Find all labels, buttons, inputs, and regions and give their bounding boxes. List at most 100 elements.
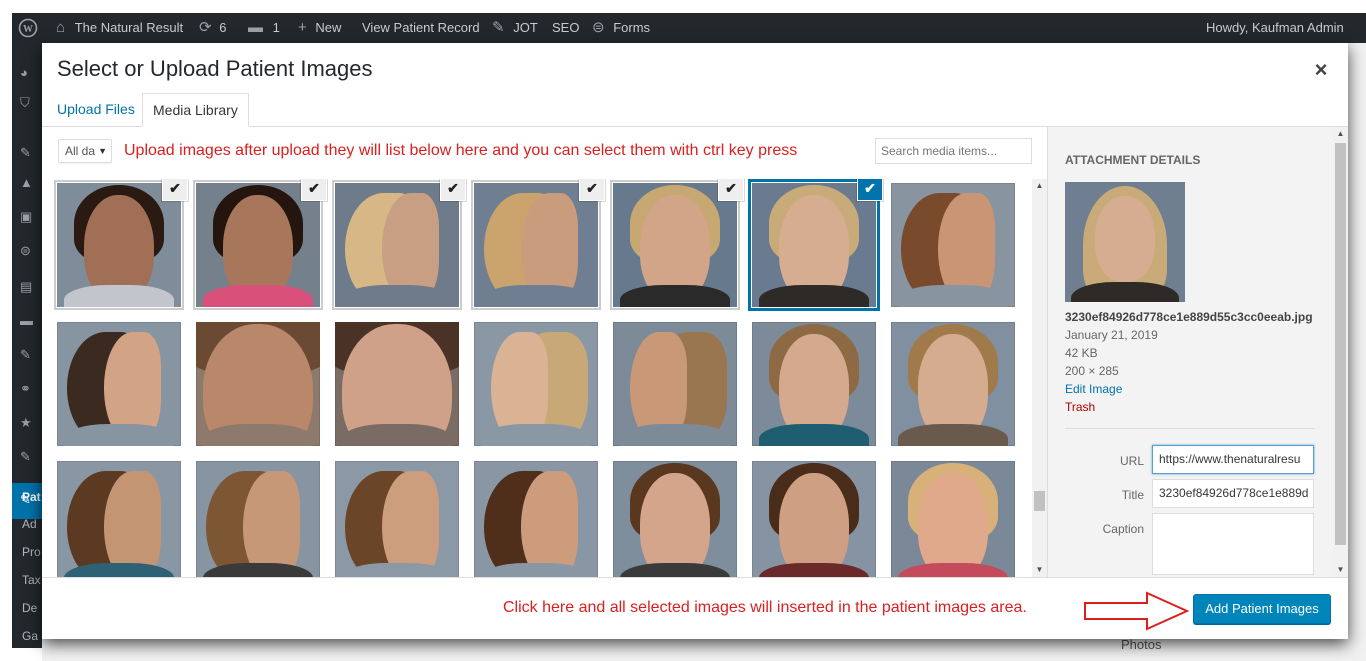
attachment-thumbnail[interactable]	[196, 183, 320, 307]
shoulders-shape	[481, 284, 591, 307]
site-name-link[interactable]: ⌂ The Natural Result	[56, 13, 183, 43]
forms-link[interactable]: ⊜ Forms	[592, 13, 650, 43]
shoulders-shape	[342, 423, 452, 446]
shoulders-shape	[620, 562, 730, 577]
attachment-thumbnail[interactable]	[335, 183, 459, 307]
wordpress-logo-icon[interactable]: W	[18, 13, 38, 43]
star-icon[interactable]: ★	[20, 415, 36, 431]
search-media-input[interactable]	[875, 138, 1032, 164]
title-field[interactable]: 3230ef84926d778ce1e889d	[1152, 479, 1314, 508]
edit-image-link[interactable]: Edit Image	[1065, 382, 1122, 396]
view-patient-record-link[interactable]: View Patient Record	[362, 13, 480, 43]
title-label: Title	[1121, 488, 1144, 502]
attachment-filename: 3230ef84926d778ce1e889d55c3cc0eeab.jpg	[1065, 310, 1313, 324]
attachment-thumbnail[interactable]	[57, 322, 181, 446]
dashboard-icon[interactable]: ◕	[20, 65, 36, 81]
tab-media-library[interactable]: Media Library	[142, 93, 249, 127]
pin-icon[interactable]: ✎	[20, 145, 36, 161]
details-scroll-thumb[interactable]	[1335, 143, 1346, 545]
details-divider	[1065, 428, 1315, 429]
shield-icon[interactable]: ⛉	[20, 95, 36, 111]
attachment-thumbnail[interactable]	[752, 461, 876, 577]
menu-label-de[interactable]: De	[22, 601, 37, 615]
background-page-footer: Photos	[42, 637, 1366, 661]
attachment-thumbnail[interactable]	[196, 322, 320, 446]
media-filter-select[interactable]: All da ▼	[58, 139, 112, 163]
grid-scrollbar[interactable]: ▲ ▼	[1032, 179, 1047, 577]
details-scroll-down-icon[interactable]: ▼	[1333, 563, 1348, 577]
new-content-link[interactable]: + New	[298, 13, 341, 43]
attachment-thumbnail[interactable]	[335, 322, 459, 446]
comments-menu-icon[interactable]: ▬	[20, 313, 36, 329]
shoulders-shape	[203, 423, 313, 446]
attachment-thumbnail[interactable]	[613, 461, 737, 577]
seo-link[interactable]: SEO	[552, 13, 579, 43]
attachment-thumbnail[interactable]	[335, 461, 459, 577]
attachment-thumbnail[interactable]	[474, 183, 598, 307]
attachment-date: January 21, 2019	[1065, 328, 1158, 342]
forms-menu-icon[interactable]: ⊜	[20, 243, 36, 259]
attachment-details-panel: Attachment Details 3230ef84926d778ce1e88…	[1047, 127, 1348, 577]
scroll-down-icon[interactable]: ▼	[1032, 563, 1047, 577]
checkmark-icon[interactable]: ✔	[302, 179, 326, 200]
shoulders-shape	[898, 284, 1008, 307]
details-scroll-up-icon[interactable]: ▲	[1333, 127, 1348, 141]
forms-icon: ⊜	[592, 19, 605, 36]
face-shape	[918, 473, 988, 577]
comments-link[interactable]: ▬ 1	[248, 13, 280, 43]
menu-label-pro[interactable]: Pro	[22, 545, 41, 559]
attachment-thumbnail[interactable]	[891, 183, 1015, 307]
right-arrow-icon	[1084, 591, 1190, 631]
trash-link[interactable]: Trash	[1065, 400, 1095, 414]
attachment-thumbnail[interactable]	[57, 183, 181, 307]
attachment-thumbnail[interactable]	[474, 322, 598, 446]
jot-link[interactable]: ✎ JOT	[492, 13, 538, 43]
plugin-icon[interactable]: ▣	[20, 209, 36, 225]
attachment-thumbnail[interactable]	[57, 461, 181, 577]
warning-icon[interactable]: ▲	[20, 175, 36, 191]
close-icon[interactable]: ×	[1306, 55, 1336, 85]
attachment-thumbnail[interactable]	[752, 322, 876, 446]
shoulders-shape	[342, 284, 452, 307]
pen-icon: ✎	[492, 19, 505, 36]
checkmark-icon[interactable]: ✔	[580, 179, 604, 200]
attachment-thumbnail[interactable]	[196, 461, 320, 577]
pages-icon[interactable]: ▤	[20, 279, 36, 295]
caption-field[interactable]	[1152, 513, 1314, 575]
scroll-up-icon[interactable]: ▲	[1032, 179, 1047, 193]
attachment-thumbnail[interactable]	[474, 461, 598, 577]
menu-label-patients[interactable]: Pat	[22, 490, 41, 504]
checkmark-icon[interactable]: ✔	[163, 179, 187, 200]
shoulders-shape	[759, 562, 869, 577]
attachment-preview-image	[1065, 182, 1185, 302]
menu-label-add[interactable]: Ad	[22, 517, 37, 531]
media-modal: Select or Upload Patient Images × Upload…	[42, 43, 1348, 639]
attachment-dimensions: 200 × 285	[1065, 364, 1119, 378]
shoulders-shape	[203, 284, 313, 307]
menu-label-ga[interactable]: Ga	[22, 629, 38, 643]
menu-label-tax[interactable]: Tax	[22, 573, 41, 587]
tab-upload-files[interactable]: Upload Files	[47, 93, 145, 127]
account-menu[interactable]: Howdy, Kaufman Admin	[1206, 13, 1344, 43]
details-scrollbar[interactable]: ▲ ▼	[1333, 127, 1348, 577]
add-patient-images-button[interactable]: Add Patient Images	[1193, 594, 1331, 624]
checkmark-icon[interactable]: ✔	[719, 179, 743, 200]
attachment-thumbnail[interactable]	[891, 322, 1015, 446]
checkmark-icon[interactable]: ✔	[441, 179, 465, 200]
updates-link[interactable]: ⟳ 6	[199, 13, 226, 43]
grid-scroll-thumb[interactable]	[1034, 491, 1045, 511]
attachment-details-heading: Attachment Details	[1065, 153, 1201, 167]
checkmark-icon[interactable]: ✔	[858, 179, 882, 200]
attachment-thumbnail[interactable]	[752, 183, 876, 307]
pin-icon-2[interactable]: ✎	[20, 347, 36, 363]
url-field[interactable]: https://www.thenaturalresu	[1152, 445, 1314, 474]
attachment-thumbnail[interactable]	[891, 461, 1015, 577]
link-icon[interactable]: ⚭	[20, 381, 36, 397]
attachment-thumbnail[interactable]	[613, 183, 737, 307]
pin-icon-3[interactable]: ✎	[20, 449, 36, 465]
modal-title: Select or Upload Patient Images	[57, 56, 373, 81]
upload-instruction-note: Upload images after upload they will lis…	[124, 142, 798, 159]
attachment-thumbnail[interactable]	[613, 322, 737, 446]
face-shape	[779, 473, 849, 577]
dropdown-arrow-icon: ▼	[98, 146, 107, 156]
